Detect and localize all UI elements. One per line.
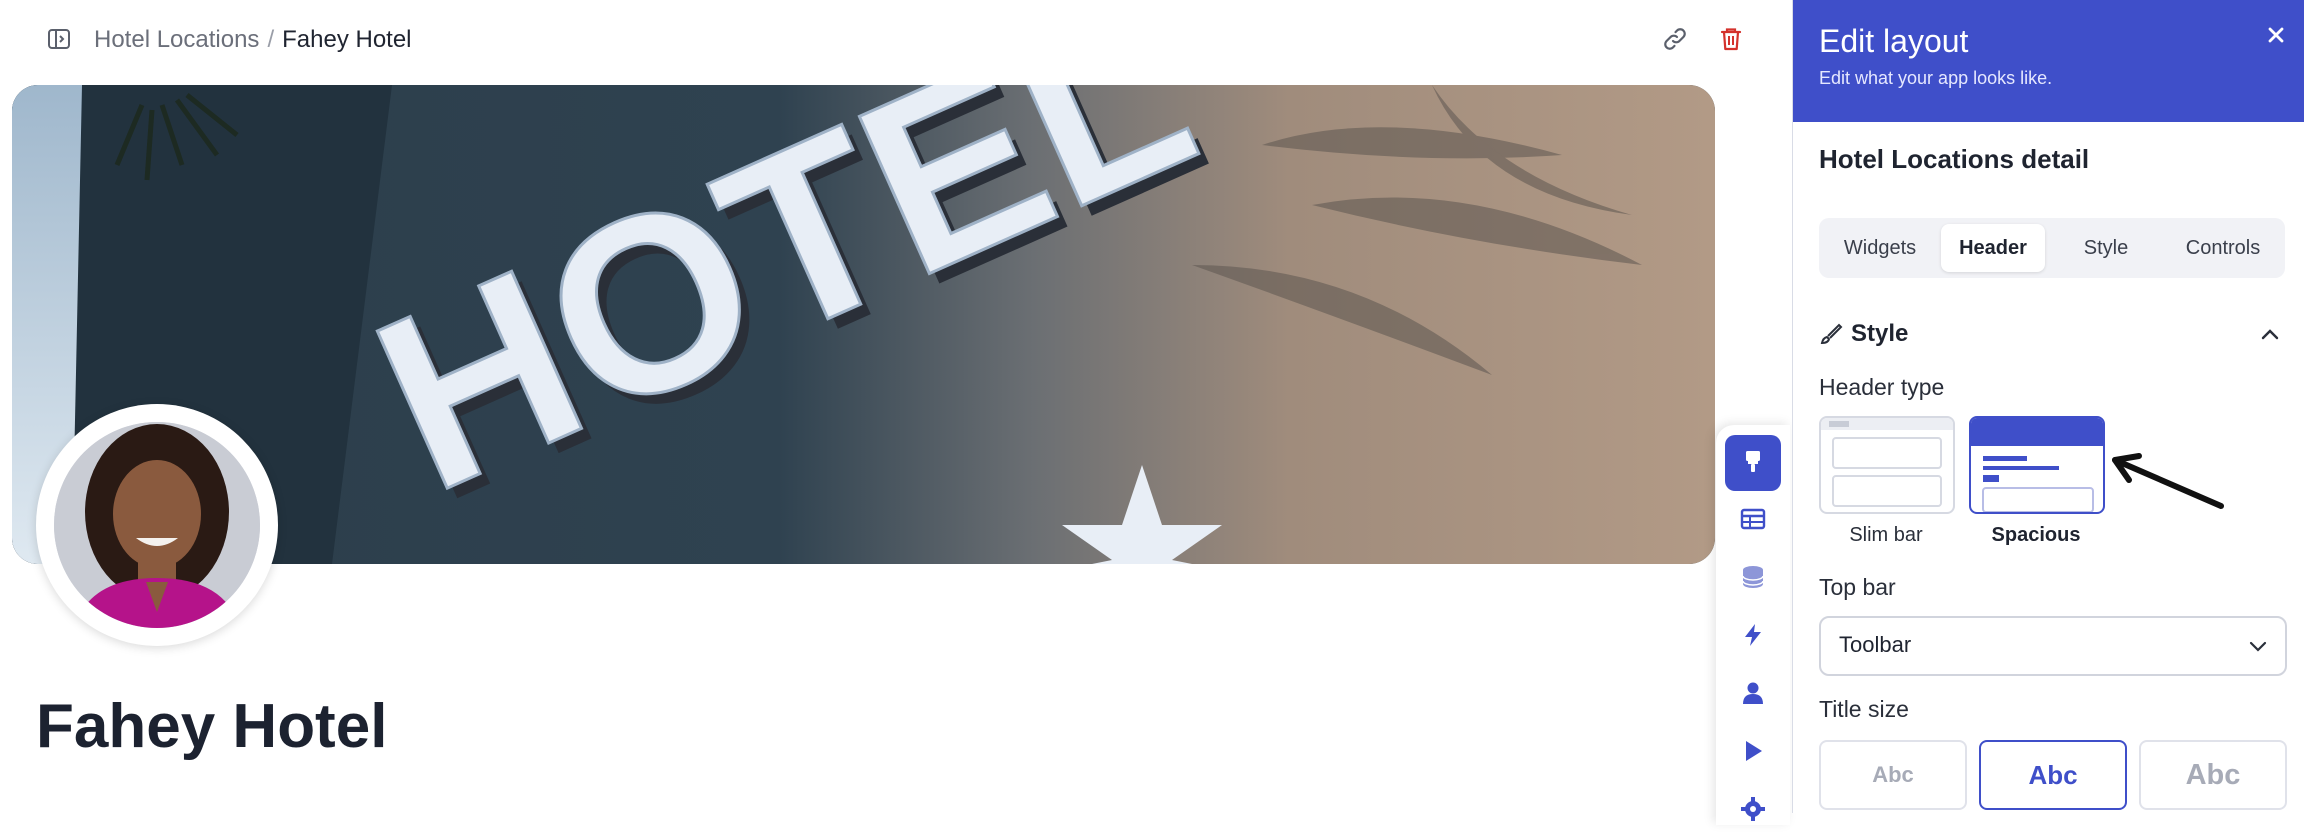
top-bar: Hotel Locations / Fahey Hotel [0, 0, 1790, 80]
header-type-label: Header type [1819, 374, 1945, 400]
title-size-large[interactable]: Abc [2139, 740, 2287, 810]
header-type-spacious[interactable] [1969, 416, 2105, 514]
annotation-arrow [2112, 453, 2224, 509]
sidebar-toggle-icon[interactable] [46, 26, 72, 52]
chevron-down-icon [2247, 635, 2269, 657]
breadcrumb: Hotel Locations / Fahey Hotel [94, 24, 412, 56]
tab-widgets[interactable]: Widgets [1825, 224, 1935, 272]
rail-style-button[interactable] [1725, 435, 1781, 491]
close-icon[interactable] [2261, 20, 2291, 50]
tab-header[interactable]: Header [1941, 224, 2045, 272]
database-icon [1739, 563, 1767, 596]
title-size-medium[interactable]: Abc [1979, 740, 2127, 810]
panel-header: Edit layout Edit what your app looks lik… [1793, 0, 2304, 122]
layout-tabs: Widgets Header Style Controls [1819, 218, 2285, 278]
avatar[interactable] [36, 404, 278, 646]
lightning-icon [1740, 622, 1766, 653]
link-icon[interactable] [1660, 24, 1690, 54]
top-bar-label: Top bar [1819, 574, 1896, 600]
play-icon [1740, 738, 1766, 769]
top-bar-select[interactable]: Toolbar [1819, 616, 2287, 676]
breadcrumb-parent[interactable]: Hotel Locations [94, 26, 259, 53]
style-section-toggle[interactable]: Style [1819, 316, 2285, 356]
page-title: Fahey Hotel [36, 692, 388, 761]
table-icon [1739, 505, 1767, 538]
header-type-spacious-caption: Spacious [1991, 524, 2081, 546]
tab-style[interactable]: Style [2051, 224, 2161, 272]
panel-subtitle: Edit what your app looks like. [1819, 68, 2053, 88]
header-type-slim-bar[interactable] [1819, 416, 1955, 514]
rail-users-button[interactable] [1725, 667, 1781, 723]
rail-table-button[interactable] [1725, 493, 1781, 549]
gear-icon [1740, 796, 1766, 827]
rail-settings-button[interactable] [1725, 783, 1781, 839]
breadcrumb-separator: / [267, 26, 275, 53]
chevron-up-icon [2259, 324, 2281, 346]
panel-body: Hotel Locations detail Widgets Header St… [1793, 122, 2304, 813]
tab-controls[interactable]: Controls [2167, 224, 2279, 272]
section-title: Hotel Locations detail [1819, 144, 2090, 174]
top-bar-select-value: Toolbar [1839, 632, 1912, 657]
title-size-small[interactable]: Abc [1819, 740, 1967, 810]
edit-layout-panel: Edit layout Edit what your app looks lik… [1792, 0, 2304, 813]
user-icon [1740, 680, 1766, 711]
style-section-label: Style [1851, 320, 1909, 347]
paintbrush-icon [1740, 448, 1766, 479]
rail-actions-button[interactable] [1725, 609, 1781, 665]
tool-rail [1716, 425, 1790, 825]
header-type-slim-caption: Slim bar [1849, 524, 1923, 546]
title-size-label: Title size [1819, 696, 1909, 722]
avatar-photo [54, 422, 260, 628]
breadcrumb-current: Fahey Hotel [282, 26, 412, 53]
rail-data-button[interactable] [1725, 551, 1781, 607]
panel-title: Edit layout [1819, 23, 1969, 59]
rail-preview-button[interactable] [1725, 725, 1781, 781]
brush-icon [1819, 322, 1843, 346]
delete-trash-icon[interactable] [1716, 24, 1746, 54]
